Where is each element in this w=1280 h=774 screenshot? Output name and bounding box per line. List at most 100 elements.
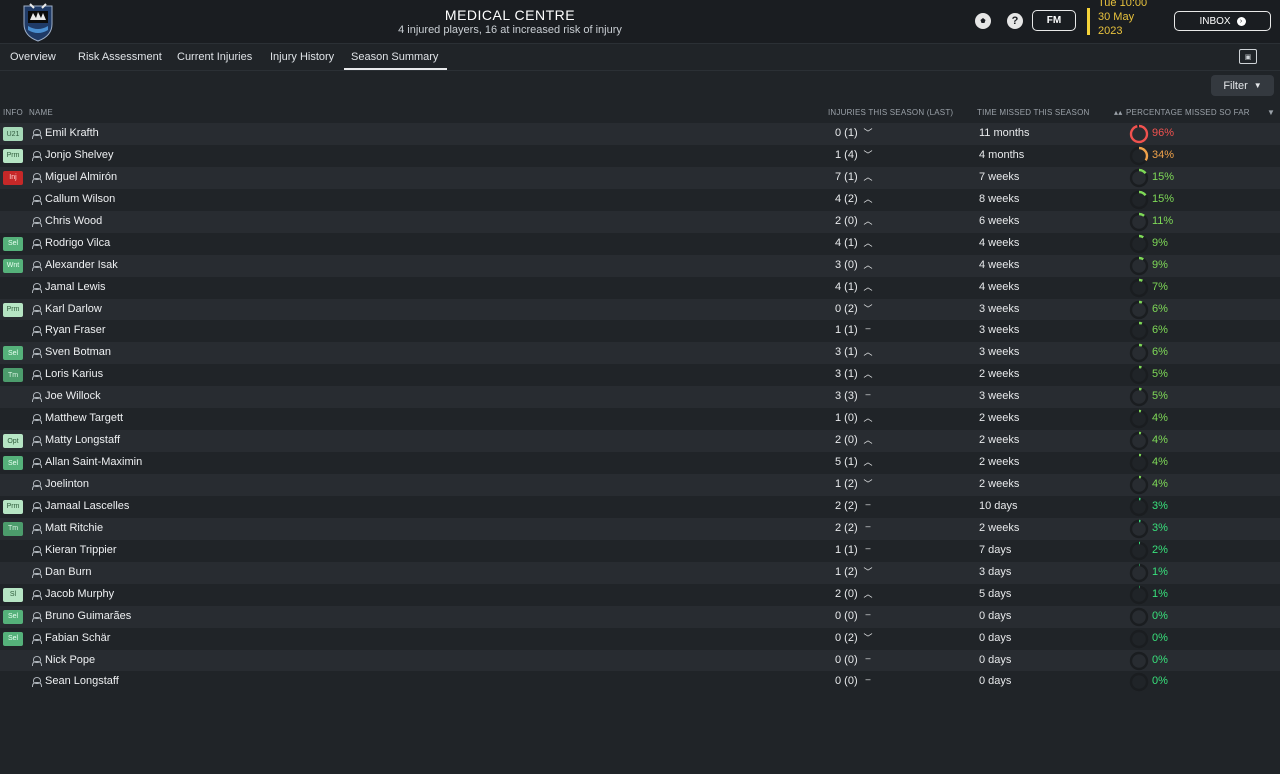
tab-current-injuries[interactable]: Current Injuries <box>177 51 252 63</box>
table-row[interactable]: Sel Fabian Schär 0 (2) ﹀ 0 days 0% <box>0 627 1280 650</box>
table-row[interactable]: Callum Wilson 4 (2) ︿ 8 weeks 15% <box>0 188 1280 211</box>
percentage-ring <box>1129 234 1149 253</box>
table-row[interactable]: Prm Karl Darlow 0 (2) ﹀ 3 weeks 6% <box>0 298 1280 321</box>
player-name-link[interactable]: Fabian Schär <box>45 632 110 644</box>
table-row[interactable]: Sel Bruno Guimarães 0 (0) – 0 days 0% <box>0 605 1280 628</box>
status-badge[interactable]: Tm <box>3 521 23 536</box>
table-row[interactable]: Sel Sven Botman 3 (1) ︿ 3 weeks 6% <box>0 342 1280 365</box>
player-name-link[interactable]: Chris Wood <box>45 215 102 227</box>
player-icon <box>32 260 42 271</box>
table-row[interactable]: Wnt Alexander Isak 3 (0) ︿ 4 weeks 9% <box>0 254 1280 277</box>
status-badge[interactable]: Sl <box>3 587 23 602</box>
club-crest-icon[interactable] <box>16 2 60 42</box>
help-icon[interactable]: ? <box>1007 13 1023 29</box>
table-row[interactable]: Prm Jonjo Shelvey 1 (4) ﹀ 4 months 34% <box>0 144 1280 167</box>
table-row[interactable]: Inj Miguel Almirón 7 (1) ︿ 7 weeks 15% <box>0 166 1280 189</box>
player-name-link[interactable]: Allan Saint-Maximin <box>45 456 142 468</box>
player-name-link[interactable]: Joe Willock <box>45 390 101 402</box>
column-header-time-missed[interactable]: TIME MISSED THIS SEASON <box>977 108 1089 117</box>
table-row[interactable]: Dan Burn 1 (2) ﹀ 3 days 1% <box>0 561 1280 584</box>
player-name-link[interactable]: Callum Wilson <box>45 193 115 205</box>
table-row[interactable]: Sel Rodrigo Vilca 4 (1) ︿ 4 weeks 9% <box>0 232 1280 255</box>
table-row[interactable]: Ryan Fraser 1 (1) – 3 weeks 6% <box>0 320 1280 343</box>
table-row[interactable]: Prm Jamaal Lascelles 2 (2) – 10 days 3% <box>0 495 1280 518</box>
tab-injury-history[interactable]: Injury History <box>270 51 334 63</box>
table-row[interactable]: Tm Loris Karius 3 (1) ︿ 2 weeks 5% <box>0 364 1280 387</box>
player-name-link[interactable]: Dan Burn <box>45 566 91 578</box>
time-missed: 3 weeks <box>979 324 1020 337</box>
status-badge[interactable]: Sel <box>3 236 23 251</box>
player-name-link[interactable]: Kieran Trippier <box>45 544 117 556</box>
status-badge[interactable]: Sel <box>3 346 23 361</box>
tab-season-summary[interactable]: Season Summary <box>343 51 448 70</box>
status-badge[interactable]: Opt <box>3 434 23 449</box>
table-row[interactable]: Nick Pope 0 (0) – 0 days 0% <box>0 649 1280 672</box>
status-badge[interactable]: Sel <box>3 609 23 624</box>
player-name-link[interactable]: Ryan Fraser <box>45 324 106 336</box>
trend-down-icon: ﹀ <box>863 149 873 160</box>
table-row[interactable]: Kieran Trippier 1 (1) – 7 days 2% <box>0 539 1280 562</box>
status-badge[interactable]: Inj <box>3 170 23 185</box>
injuries-count: 2 (0) <box>835 214 858 227</box>
inbox-button[interactable]: INBOX › <box>1174 11 1271 31</box>
status-badge[interactable]: Prm <box>3 499 23 514</box>
column-menu-icon[interactable]: ▼ <box>1267 108 1275 117</box>
column-header-percentage[interactable]: PERCENTAGE MISSED SO FAR <box>1126 108 1250 117</box>
column-header-info[interactable]: INFO <box>3 108 23 117</box>
game-date[interactable]: Tue 10:00 30 May 2023 <box>1098 0 1147 40</box>
football-icon[interactable] <box>975 13 991 29</box>
player-name-link[interactable]: Rodrigo Vilca <box>45 237 110 249</box>
status-badge[interactable]: Sel <box>3 631 23 646</box>
percentage-ring <box>1129 344 1149 363</box>
player-name-link[interactable]: Loris Karius <box>45 368 103 380</box>
table-row[interactable]: Chris Wood 2 (0) ︿ 6 weeks 11% <box>0 210 1280 233</box>
percentage-ring <box>1129 388 1149 407</box>
player-name-link[interactable]: Emil Krafth <box>45 127 99 139</box>
trend-same-icon: – <box>865 323 871 334</box>
table-row[interactable]: Opt Matty Longstaff 2 (0) ︿ 2 weeks 4% <box>0 430 1280 453</box>
table-row[interactable]: Joe Willock 3 (3) – 3 weeks 5% <box>0 386 1280 409</box>
status-badge[interactable]: U21 <box>3 127 23 141</box>
player-name-link[interactable]: Karl Darlow <box>45 303 102 315</box>
player-name-link[interactable]: Nick Pope <box>45 654 95 666</box>
table-row[interactable]: Matthew Targett 1 (0) ︿ 2 weeks 4% <box>0 408 1280 431</box>
status-badge[interactable]: Wnt <box>3 258 23 273</box>
trend-up-icon: ︿ <box>863 435 873 446</box>
player-name-link[interactable]: Alexander Isak <box>45 259 118 271</box>
status-badge[interactable]: Sel <box>3 456 23 471</box>
page-subtitle: 4 injured players, 16 at increased risk … <box>398 24 622 36</box>
player-icon <box>32 282 42 293</box>
player-name-link[interactable]: Matty Longstaff <box>45 434 120 446</box>
player-name-link[interactable]: Miguel Almirón <box>45 171 117 183</box>
column-header-injuries[interactable]: INJURIES THIS SEASON (LAST) <box>828 108 953 117</box>
table-row[interactable]: Joelinton 1 (2) ﹀ 2 weeks 4% <box>0 474 1280 496</box>
player-name-link[interactable]: Sean Longstaff <box>45 675 119 687</box>
view-options-icon[interactable]: ▣ <box>1239 49 1257 64</box>
player-name-link[interactable]: Matthew Targett <box>45 412 123 424</box>
status-badge[interactable]: Prm <box>3 302 23 317</box>
player-name-link[interactable]: Sven Botman <box>45 346 111 358</box>
table-row[interactable]: U21 Emil Krafth 0 (1) ﹀ 11 months 96% <box>0 123 1280 145</box>
player-name-link[interactable]: Jamal Lewis <box>45 281 106 293</box>
player-name-link[interactable]: Joelinton <box>45 478 89 490</box>
status-badge[interactable]: Prm <box>3 148 23 163</box>
player-name-link[interactable]: Jacob Murphy <box>45 588 114 600</box>
percentage-ring <box>1129 585 1149 604</box>
table-row[interactable]: Sel Allan Saint-Maximin 5 (1) ︿ 2 weeks 4% <box>0 452 1280 474</box>
player-name-link[interactable]: Jonjo Shelvey <box>45 149 114 161</box>
table-row[interactable]: Tm Matt Ritchie 2 (2) – 2 weeks 3% <box>0 517 1280 540</box>
status-badge[interactable]: Tm <box>3 368 23 383</box>
tab-overview[interactable]: Overview <box>10 51 56 63</box>
table-row[interactable]: Sean Longstaff 0 (0) – 0 days 0% <box>0 671 1280 694</box>
player-name-link[interactable]: Jamaal Lascelles <box>45 500 129 512</box>
table-row[interactable]: Sl Jacob Murphy 2 (0) ︿ 5 days 1% <box>0 583 1280 606</box>
player-name-link[interactable]: Bruno Guimarães <box>45 610 131 622</box>
tab-risk-assessment[interactable]: Risk Assessment <box>78 51 162 63</box>
table-row[interactable]: Jamal Lewis 4 (1) ︿ 4 weeks 7% <box>0 276 1280 299</box>
sort-indicator-icon[interactable]: ▴▴ <box>1114 108 1122 117</box>
time-missed: 2 weeks <box>979 368 1020 381</box>
fm-button[interactable]: FM <box>1032 10 1076 31</box>
player-name-link[interactable]: Matt Ritchie <box>45 522 103 534</box>
column-header-name[interactable]: NAME <box>29 108 53 117</box>
filter-button[interactable]: Filter ▼ <box>1211 75 1274 96</box>
